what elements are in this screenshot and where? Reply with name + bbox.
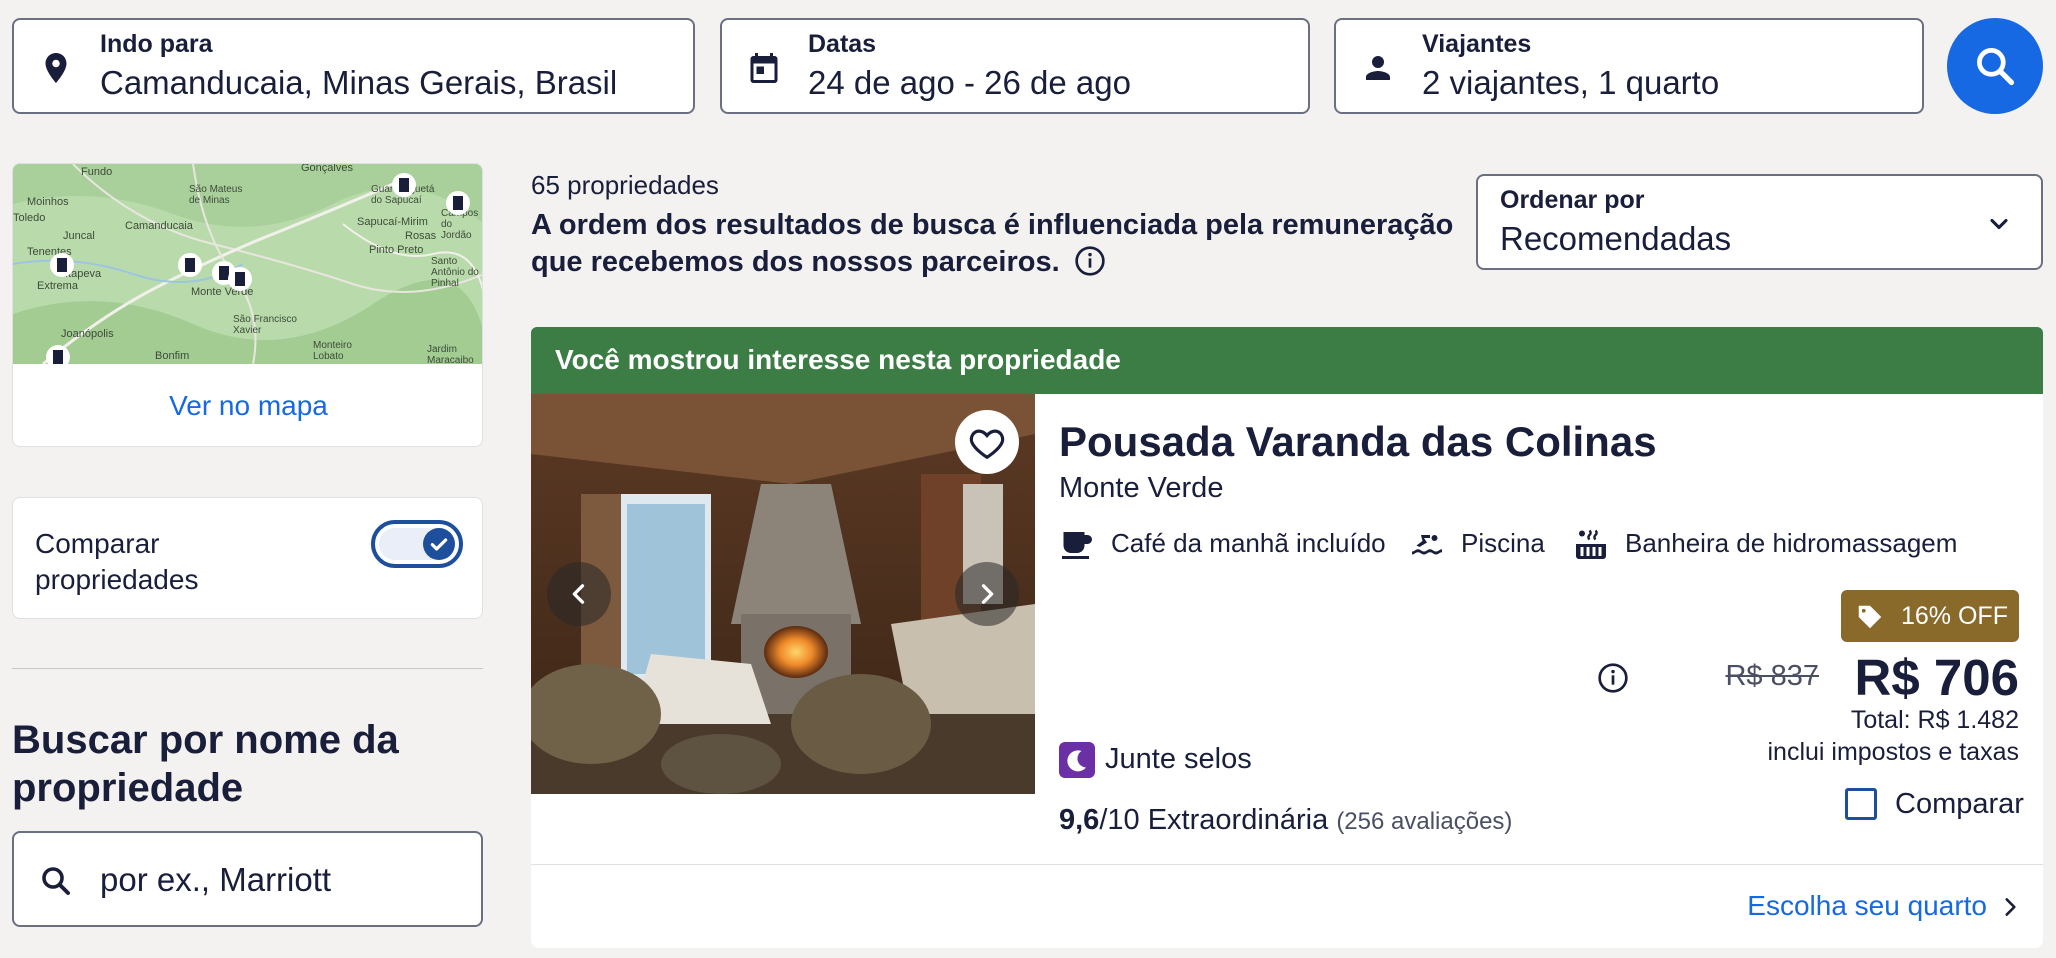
hotel-marker-icon[interactable] [227, 266, 253, 292]
name-search-title: Buscar por nome da propriedade [12, 718, 399, 810]
destination-value[interactable]: Camanducaia, Minas Gerais, Brasil [100, 64, 617, 102]
map-place: Santo Antônio do Pinhal [431, 256, 479, 289]
price-row: R$ 837 R$ 706 [1597, 648, 2019, 708]
chevron-right-icon [2005, 898, 2016, 916]
map-place: Juncal [63, 230, 95, 242]
heart-icon [969, 429, 1005, 460]
map-preview[interactable]: Fundo Gonçalves São Mateus de Minas Camp… [13, 164, 482, 364]
pool-icon [1412, 535, 1442, 555]
interest-banner: Você mostrou interesse nesta propriedade [531, 327, 2043, 395]
next-photo-button[interactable] [955, 562, 1019, 626]
original-price: R$ 837 [1725, 660, 1819, 692]
nightly-price: R$ 706 [1854, 649, 2019, 706]
destination-field[interactable]: Indo para Camanducaia, Minas Gerais, Bra… [12, 18, 695, 114]
previous-photo-button[interactable] [547, 562, 611, 626]
map-place: Extrema [37, 280, 78, 292]
map-place: Jardim Maracaibo [427, 344, 474, 364]
sort-value: Recomendadas [1500, 220, 1732, 257]
compare-properties-label: Comparar propriedades [35, 528, 199, 595]
choose-room-link[interactable]: Escolha seu quarto [1747, 890, 1987, 922]
ranking-disclaimer: A ordem dos resultados de busca é influe… [531, 207, 1471, 281]
card-divider [531, 864, 2043, 865]
checkmark-icon [430, 538, 448, 551]
discount-label: 16% OFF [1901, 602, 2008, 630]
property-name-placeholder: por ex., Marriott [100, 861, 332, 898]
map-place: São Mateus de Minas [189, 184, 243, 206]
map-place: Joanópolis [61, 328, 114, 340]
view-map-link[interactable]: Ver no mapa [13, 364, 482, 446]
loyalty-stamps-label: Junte selos [1105, 743, 1252, 775]
amenity-label: Café da manhã incluído [1111, 528, 1386, 558]
compare-properties-toggle[interactable] [371, 520, 463, 568]
map-place: Toledo [13, 212, 46, 224]
hotel-marker-icon[interactable] [445, 190, 471, 216]
map-place: Gonçalves [301, 164, 353, 174]
compare-properties-card: Comparar propriedades [12, 497, 483, 619]
discount-badge: 16% OFF [1841, 590, 2019, 642]
search-icon [42, 867, 70, 895]
map-place: Sapucaí-Mirim [357, 216, 428, 228]
chevron-right-icon [981, 584, 994, 604]
chevron-left-icon [572, 584, 585, 604]
total-price: Total: R$ 1.482 [1850, 706, 2019, 734]
taxes-note: inclui impostos e taxas [1767, 738, 2019, 766]
sort-dropdown[interactable]: Ordenar por Recomendadas [1476, 174, 2043, 270]
results-count: 65 propriedades [531, 170, 719, 200]
review-count[interactable]: (256 avaliações) [1336, 808, 1512, 835]
destination-label: Indo para [100, 30, 213, 58]
travelers-field[interactable]: Viajantes 2 viajantes, 1 quarto [1334, 18, 1924, 114]
map-place: Rosas [405, 230, 437, 242]
price-info-icon[interactable] [1597, 662, 1629, 694]
map-place: Camanducaia [125, 220, 193, 232]
checkbox-box[interactable] [1845, 788, 1877, 820]
rating-score: 9,6 [1059, 804, 1100, 836]
property-location: Monte Verde [1059, 472, 1224, 504]
travelers-label: Viajantes [1422, 30, 1532, 58]
interest-banner-text: Você mostrou interesse nesta propriedade [555, 344, 1121, 375]
favorite-button[interactable] [955, 410, 1019, 474]
sort-label: Ordenar por [1500, 186, 1645, 214]
property-name-search-input[interactable]: por ex., Marriott [12, 831, 483, 927]
tag-icon [1858, 605, 1882, 629]
amenity-label: Banheira de hidromassagem [1625, 528, 1958, 558]
property-name[interactable]: Pousada Varanda das Colinas [1059, 418, 1657, 466]
map-place: Monteiro Lobato [313, 340, 352, 362]
map-place: Pinto Preto [369, 244, 424, 256]
coffee-cup-icon [1062, 532, 1092, 559]
toggle-knob [423, 528, 455, 560]
map-place: Moinhos [27, 196, 69, 208]
person-icon [1366, 56, 1390, 80]
dates-value[interactable]: 24 de ago - 26 de ago [808, 64, 1131, 102]
map-place: São Francisco Xavier [233, 314, 297, 336]
location-pin-icon [45, 53, 67, 83]
hotel-marker-icon[interactable] [177, 252, 203, 278]
hotel-marker-icon[interactable] [45, 344, 71, 364]
amenity-label: Piscina [1461, 528, 1545, 558]
search-button[interactable] [1947, 18, 2043, 114]
moon-stamp-icon [1059, 742, 1095, 778]
dates-label: Datas [808, 30, 877, 58]
property-photo[interactable] [531, 394, 1035, 794]
hotel-marker-icon[interactable] [49, 252, 75, 278]
map-card[interactable]: Fundo Gonçalves São Mateus de Minas Camp… [12, 163, 483, 447]
rating-scale: /10 [1099, 804, 1140, 836]
search-icon [1977, 48, 2015, 86]
dates-field[interactable]: Datas 24 de ago - 26 de ago [720, 18, 1310, 114]
map-place: Bonfim [155, 350, 190, 362]
calendar-icon [750, 53, 778, 83]
rating-label: Extraordinária [1147, 804, 1329, 836]
map-place: Fundo [81, 166, 113, 178]
guest-rating: 9,6/10 Extraordinária (256 avaliações) [1059, 804, 1512, 837]
ranking-disclaimer-text: A ordem dos resultados de busca é influe… [531, 209, 1454, 278]
chevron-down-icon [1990, 218, 2008, 230]
info-icon[interactable] [1074, 245, 1106, 277]
hotel-marker-icon[interactable] [391, 172, 417, 198]
sidebar-divider [12, 668, 483, 669]
hot-tub-icon [1576, 529, 1606, 559]
compare-checkbox-label: Comparar [1895, 788, 2024, 820]
property-card[interactable]: Pousada Varanda das Colinas Monte Verde … [531, 394, 2043, 948]
travelers-value[interactable]: 2 viajantes, 1 quarto [1422, 64, 1719, 102]
